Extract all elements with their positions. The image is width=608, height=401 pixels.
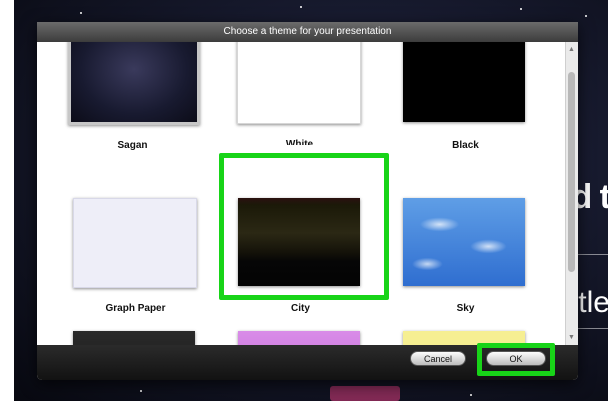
city-theme-highlight <box>219 153 389 300</box>
star <box>80 12 82 14</box>
theme-label-sky: Sky <box>456 303 475 314</box>
star <box>585 15 587 17</box>
theme-label-sagan: Sagan <box>117 140 148 151</box>
star <box>300 6 302 8</box>
theme-label-city: City <box>291 303 310 314</box>
theme-label-black: Black <box>452 140 479 151</box>
star <box>520 8 522 10</box>
theme-thumbnail-graph-paper[interactable] <box>73 198 197 288</box>
star <box>470 394 472 396</box>
theme-label-graph-paper: Graph Paper <box>105 303 166 314</box>
scrollbar-thumb[interactable] <box>568 72 575 272</box>
theme-thumbnail-sagan[interactable] <box>68 42 200 125</box>
background-pink-glow <box>330 386 400 401</box>
cancel-button[interactable]: Cancel <box>410 351 466 366</box>
scroll-down-arrow-icon[interactable]: ▼ <box>568 334 575 341</box>
star <box>140 390 142 392</box>
theme-thumbnail-white[interactable] <box>237 42 361 124</box>
theme-thumbnail-partial-purple[interactable] <box>238 331 360 345</box>
theme-thumbnail-partial-dark[interactable] <box>73 331 195 345</box>
scroll-up-arrow-icon[interactable]: ▲ <box>568 46 575 53</box>
window-left-edge <box>0 0 14 401</box>
ok-button-highlight <box>477 343 555 376</box>
desktop-background: d t itle Choose a theme for your present… <box>0 0 608 401</box>
theme-thumbnail-black[interactable] <box>403 42 525 122</box>
theme-thumbnail-sky[interactable] <box>403 198 525 286</box>
theme-grid-scrollbar[interactable]: ▲ ▼ <box>565 42 578 345</box>
theme-label-white: White <box>285 139 314 145</box>
dialog-title: Choose a theme for your presentation <box>37 22 578 42</box>
